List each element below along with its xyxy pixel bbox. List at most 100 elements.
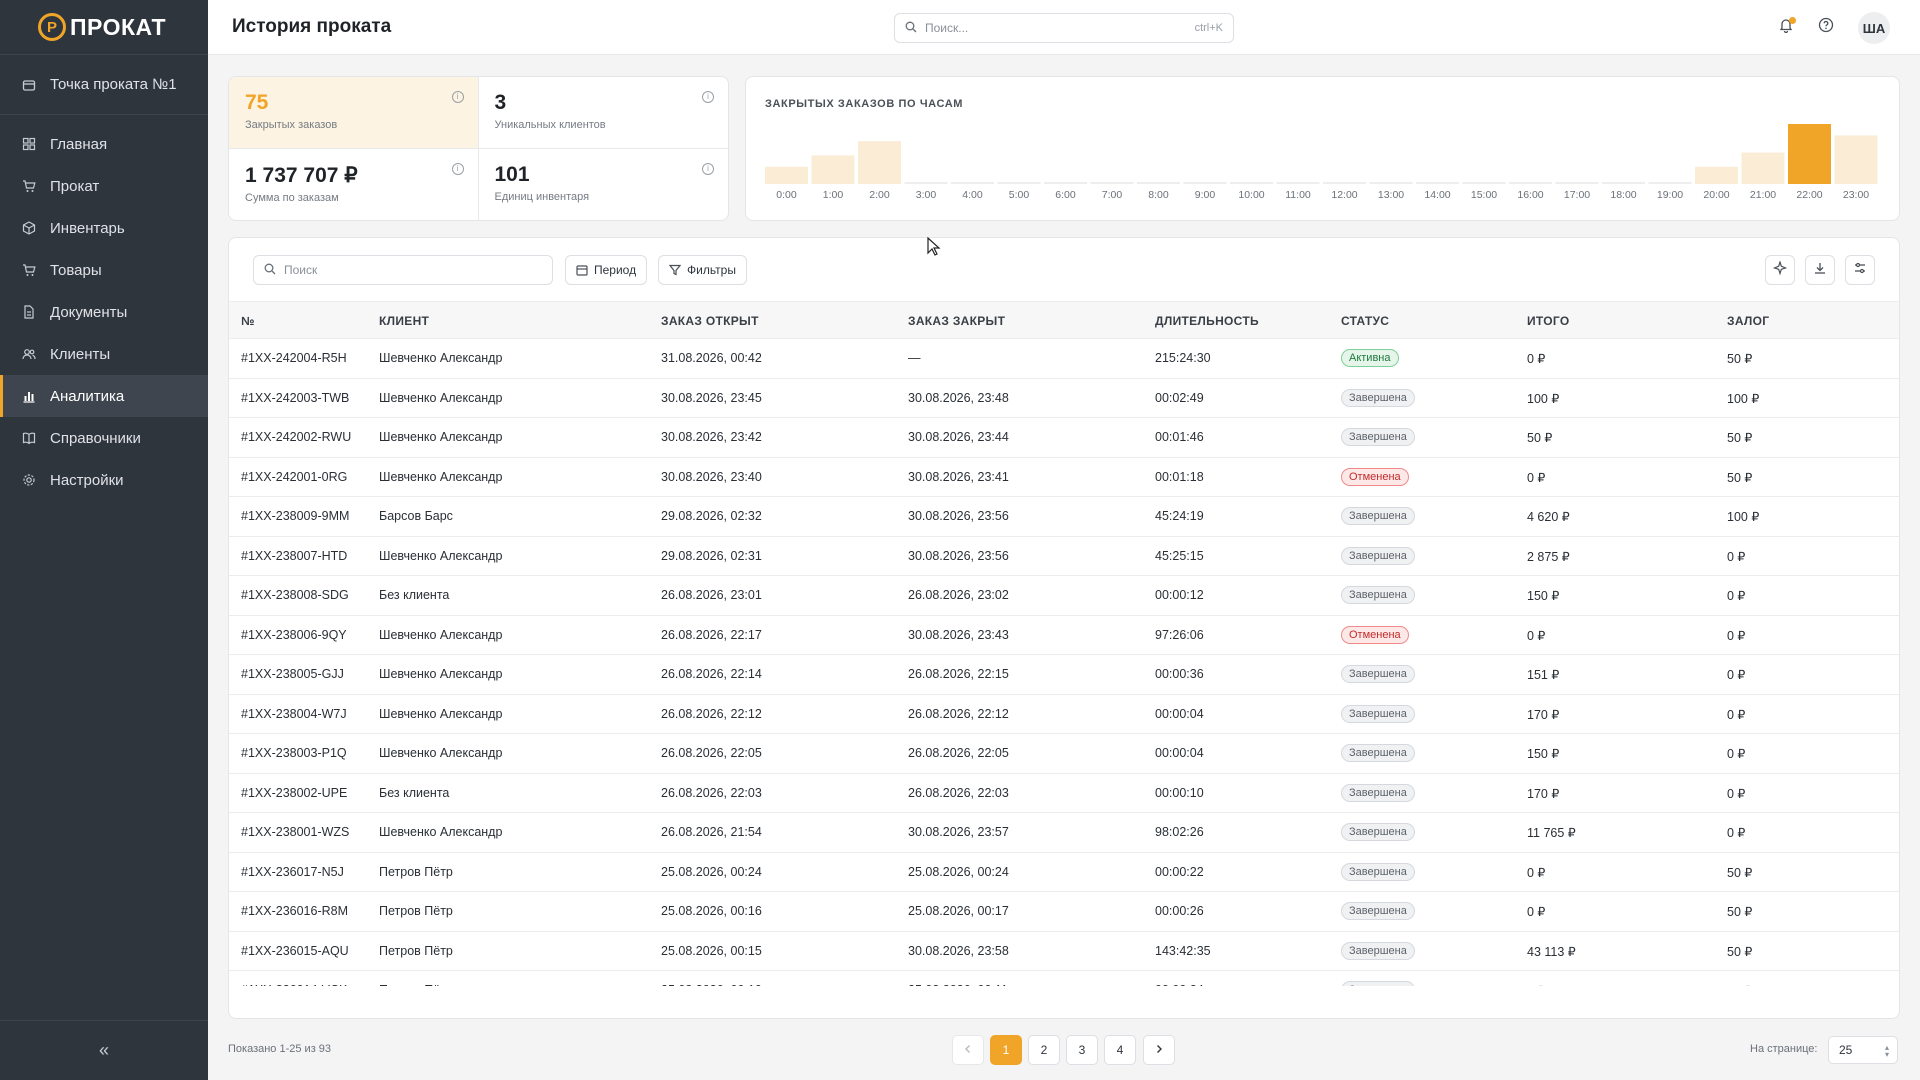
chart-bar[interactable] (1137, 182, 1180, 184)
table-search-input[interactable]: Поиск (253, 255, 553, 285)
page-button[interactable]: 3 (1066, 1035, 1098, 1065)
table-row[interactable]: #1XX-238007-HTD Шевченко Александр 29.08.2… (229, 537, 1899, 576)
chart-bar[interactable] (904, 182, 948, 184)
deposit-cell: 50 ₽ (1727, 944, 1753, 959)
opened-at-cell: 30.08.2026, 23:42 (661, 430, 762, 444)
column-header[interactable]: КЛИЕНТ (379, 314, 429, 328)
chart-bar[interactable] (1044, 182, 1087, 184)
closed-at-cell: 25.08.2026, 00:24 (908, 864, 1009, 879)
table-row[interactable]: #1XX-238009-9MM Барсов Барс 29.08.2026, 02… (229, 497, 1899, 537)
global-search-input[interactable]: Поиск... ctrl+K (894, 13, 1234, 43)
chart-bar[interactable] (1834, 135, 1878, 184)
client-name-cell: Шевченко Александр (379, 351, 503, 365)
filters-button[interactable]: Фильтры (658, 255, 747, 285)
column-header[interactable]: ДЛИТЕЛЬНОСТЬ (1155, 314, 1259, 328)
page-button[interactable]: 4 (1104, 1035, 1136, 1065)
store-selector[interactable]: Точка проката №1 (0, 55, 208, 115)
chart-bar[interactable] (1788, 124, 1831, 184)
info-icon[interactable]: i (702, 162, 714, 175)
chart-bar[interactable] (1509, 182, 1552, 184)
chart-bar[interactable] (997, 182, 1041, 184)
sidebar-item-3[interactable]: Товары (0, 249, 208, 291)
table-row[interactable]: #1XX-236016-R8M Петров Пётр 25.08.2026, 00… (229, 892, 1899, 932)
client-name-cell: Шевченко Александр (379, 548, 503, 563)
ai-assist-button[interactable] (1765, 255, 1795, 285)
per-page-select[interactable]: 25 ▴ ▾ (1828, 1036, 1898, 1064)
user-avatar[interactable]: ША (1858, 12, 1890, 44)
info-icon[interactable]: i (451, 91, 464, 103)
table-row[interactable]: #1XX-238002-UPE Без клиента 26.08.2026, 22… (229, 774, 1899, 813)
table-row[interactable]: #1XX-242002-RWU Шевченко Александр 30.08.2… (229, 418, 1899, 458)
column-header[interactable]: ЗАКАЗ ЗАКРЫТ (908, 314, 1005, 328)
info-icon[interactable]: i (702, 91, 714, 103)
info-icon[interactable]: i (451, 162, 464, 175)
notifications-button[interactable] (1776, 17, 1796, 37)
table-row[interactable]: #1XX-236015-AQU Петров Пётр 25.08.2026, 00… (229, 932, 1899, 971)
opened-at-cell: 26.08.2026, 22:05 (661, 746, 762, 760)
client-name-cell: Шевченко Александр (379, 390, 503, 405)
chart-bar[interactable] (951, 182, 994, 184)
deposit-cell: 50 ₽ (1727, 431, 1753, 445)
table-settings-button[interactable] (1845, 255, 1875, 285)
duration-cell: 00:00:26 (1155, 904, 1204, 918)
table-row[interactable]: #1XX-236017-N5J Петров Пётр 25.08.2026, 00… (229, 853, 1899, 892)
x-tick-label: 14:00 (1424, 189, 1450, 201)
chart-bar[interactable] (1090, 182, 1134, 184)
chart-bar[interactable] (1183, 182, 1227, 184)
chart-bar[interactable] (858, 141, 901, 184)
x-tick-label: 15:00 (1471, 189, 1497, 201)
table-row[interactable]: #1XX-242001-0RG Шевченко Александр 30.08.2… (229, 458, 1899, 497)
chart-bar[interactable] (1276, 182, 1320, 184)
table-row[interactable]: #1XX-238005-GJJ Шевченко Александр 26.08.2… (229, 655, 1899, 695)
page-button[interactable]: 1 (990, 1035, 1022, 1065)
deposit-cell: 50 ₽ (1727, 983, 1752, 986)
table-row[interactable]: #1XX-236014-VCK Петров Пётр 25.08.2026, 00… (229, 971, 1899, 986)
table-row[interactable]: #1XX-238004-W7J Шевченко Александр 26.08.2… (229, 695, 1899, 734)
sidebar-item-1[interactable]: Прокат (0, 165, 208, 207)
chart-bar[interactable] (1462, 182, 1506, 184)
collapse-sidebar-button[interactable]: « (0, 1020, 208, 1080)
chart-bar[interactable] (1555, 182, 1599, 184)
kpi-card: 3 Уникальных клиентов i (478, 77, 728, 149)
download-button[interactable] (1805, 255, 1835, 285)
column-header[interactable]: ЗАКАЗ ОТКРЫТ (661, 314, 759, 328)
column-header[interactable]: ИТОГО (1527, 314, 1569, 328)
order-id-cell: #1XX-242004-R5H (241, 351, 347, 365)
column-header[interactable]: СТАТУС (1341, 314, 1389, 328)
chart-bar[interactable] (1230, 182, 1273, 184)
sidebar-item-5[interactable]: Клиенты (0, 333, 208, 375)
sidebar-item-2[interactable]: Инвентарь (0, 207, 208, 249)
page-button[interactable]: 2 (1028, 1035, 1060, 1065)
table-row[interactable]: #1XX-238001-WZS Шевченко Александр 26.08.2… (229, 813, 1899, 853)
chart-bar[interactable] (1648, 182, 1692, 184)
chart-bar[interactable] (1695, 166, 1738, 184)
table-row[interactable]: #1XX-238003-P1Q Шевченко Александр 26.08.2… (229, 734, 1899, 774)
sidebar-item-6[interactable]: Аналитика (0, 375, 208, 417)
chart-bar[interactable] (1602, 182, 1645, 184)
table-row[interactable]: #1XX-242003-TWB Шевченко Александр 30.08.2… (229, 379, 1899, 418)
deposit-cell: 50 ₽ (1727, 905, 1753, 919)
client-name-cell: Шевченко Александр (379, 667, 503, 681)
help-button[interactable] (1816, 17, 1836, 37)
chart-bar[interactable] (1369, 182, 1413, 184)
next-page-button[interactable] (1143, 1035, 1175, 1065)
prev-page-button[interactable] (952, 1035, 984, 1065)
column-header[interactable]: ЗАЛОГ (1727, 314, 1769, 328)
sidebar-item-0[interactable]: Главная (0, 123, 208, 165)
table-row[interactable]: #1XX-238006-9QY Шевченко Александр 26.08.2… (229, 616, 1899, 655)
total-cell: 151 ₽ (1527, 668, 1560, 682)
chart-bar[interactable] (811, 155, 855, 184)
sidebar-item-8[interactable]: Настройки (0, 459, 208, 501)
table-row[interactable]: #1XX-238008-SDG Без клиента 26.08.2026, 23… (229, 576, 1899, 616)
column-header[interactable]: № (241, 314, 255, 328)
closed-at-cell: 26.08.2026, 22:03 (908, 785, 1009, 800)
sidebar-item-7[interactable]: Справочники (0, 417, 208, 459)
table-row[interactable]: #1XX-242004-R5H Шевченко Александр 31.08.2… (229, 339, 1899, 379)
brand-logo[interactable]: P ПРОКАТ (0, 0, 208, 55)
chart-bar[interactable] (765, 166, 808, 184)
chart-bar[interactable] (1741, 152, 1785, 184)
chart-bar[interactable] (1323, 182, 1366, 184)
chart-bar[interactable] (1416, 182, 1459, 184)
sidebar-item-4[interactable]: Документы (0, 291, 208, 333)
period-button[interactable]: Период (565, 255, 648, 285)
